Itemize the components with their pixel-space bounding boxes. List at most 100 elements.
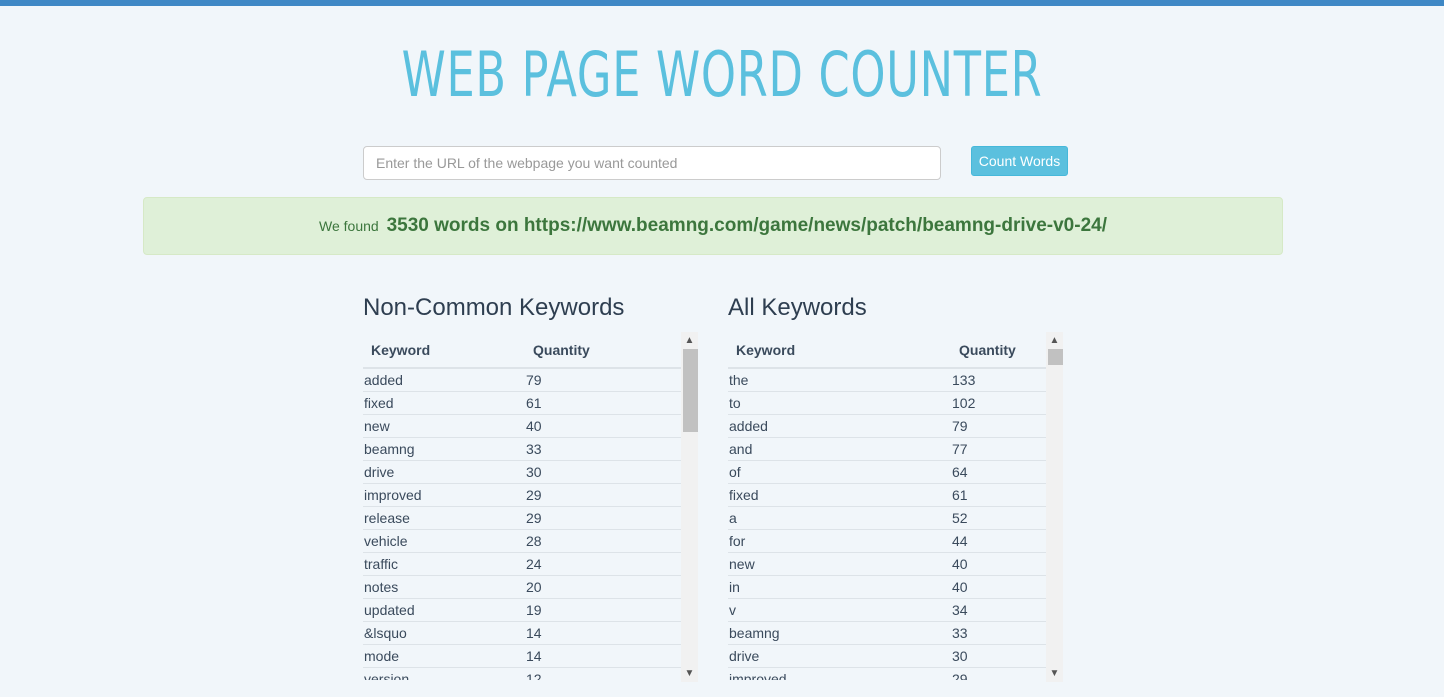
quantity-cell: 24 [525, 551, 681, 575]
table-row: v 34 [728, 597, 1046, 621]
table-row: mode 14 [363, 643, 681, 667]
quantity-cell: 33 [951, 620, 1046, 644]
page-title: WEB PAGE WORD COUNTER [401, 38, 1043, 111]
keyword-cell: a [728, 505, 951, 529]
column-header-quantity: Quantity [525, 332, 681, 369]
keyword-cell: version [363, 666, 525, 680]
quantity-cell: 133 [951, 367, 1046, 391]
table-row: fixed 61 [728, 482, 1046, 506]
all-keywords-title: All Keywords [728, 294, 867, 321]
keyword-cell: beamng [728, 620, 951, 644]
table-row: added 79 [728, 413, 1046, 437]
quantity-cell: 29 [951, 666, 1046, 680]
column-header-quantity: Quantity [951, 332, 1046, 369]
quantity-cell: 77 [951, 436, 1046, 460]
keyword-cell: beamng [363, 436, 525, 460]
keyword-cell: the [728, 367, 951, 391]
url-input[interactable] [363, 146, 941, 180]
quantity-cell: 30 [951, 643, 1046, 667]
quantity-cell: 29 [525, 505, 681, 529]
keyword-cell: drive [728, 643, 951, 667]
scroll-thumb[interactable] [1048, 349, 1063, 365]
column-header-keyword: Keyword [728, 332, 951, 369]
column-header-keyword: Keyword [363, 332, 525, 369]
quantity-cell: 61 [951, 482, 1046, 506]
table-header-row: Keyword Quantity [728, 332, 1046, 369]
quantity-cell: 34 [951, 597, 1046, 621]
keyword-cell: v [728, 597, 951, 621]
keyword-cell: added [728, 413, 951, 437]
quantity-cell: 52 [951, 505, 1046, 529]
table-row: beamng 33 [363, 436, 681, 460]
table-row: vehicle 28 [363, 528, 681, 552]
all-keywords-table: Keyword Quantity the 133 to 102 added 79 and 77… [728, 332, 1046, 680]
keyword-cell: &lsquo [363, 620, 525, 644]
chevron-up-icon[interactable]: ▲ [681, 332, 698, 349]
keyword-cell: fixed [363, 390, 525, 414]
table-row: traffic 24 [363, 551, 681, 575]
table-row: added 79 [363, 367, 681, 391]
table-row: improved 29 [363, 482, 681, 506]
keyword-cell: for [728, 528, 951, 552]
table-row: drive 30 [363, 459, 681, 483]
non-common-table-container[interactable]: Keyword Quantity added 79 fixed 61 new 40 beam… [363, 332, 681, 680]
keyword-cell: updated [363, 597, 525, 621]
table-header-row: Keyword Quantity [363, 332, 681, 369]
table-row: &lsquo 14 [363, 620, 681, 644]
quantity-cell: 14 [525, 643, 681, 667]
quantity-cell: 19 [525, 597, 681, 621]
quantity-cell: 102 [951, 390, 1046, 414]
table-row: fixed 61 [363, 390, 681, 414]
chevron-down-icon[interactable]: ▼ [1046, 665, 1063, 682]
non-common-scrollbar[interactable]: ▲ ▼ [681, 332, 698, 682]
quantity-cell: 64 [951, 459, 1046, 483]
table-row: new 40 [363, 413, 681, 437]
keyword-cell: traffic [363, 551, 525, 575]
quantity-cell: 40 [951, 551, 1046, 575]
table-row: the 133 [728, 367, 1046, 391]
keyword-cell: to [728, 390, 951, 414]
keyword-cell: and [728, 436, 951, 460]
table-row: updated 19 [363, 597, 681, 621]
quantity-cell: 29 [525, 482, 681, 506]
quantity-cell: 40 [525, 413, 681, 437]
keyword-cell: fixed [728, 482, 951, 506]
table-row: to 102 [728, 390, 1046, 414]
all-keywords-table-container[interactable]: Keyword Quantity the 133 to 102 added 79 and 77… [728, 332, 1046, 680]
keyword-cell: of [728, 459, 951, 483]
table-row: a 52 [728, 505, 1046, 529]
keyword-cell: improved [363, 482, 525, 506]
count-words-button[interactable]: Count Words [971, 146, 1068, 176]
quantity-cell: 12 [525, 666, 681, 680]
quantity-cell: 79 [951, 413, 1046, 437]
keyword-cell: new [728, 551, 951, 575]
quantity-cell: 40 [951, 574, 1046, 598]
scroll-thumb[interactable] [683, 349, 698, 432]
non-common-title: Non-Common Keywords [363, 294, 625, 321]
result-alert: We found 3530 words on https://www.beamn… [143, 197, 1283, 255]
keyword-cell: mode [363, 643, 525, 667]
chevron-down-icon[interactable]: ▼ [681, 665, 698, 682]
quantity-cell: 14 [525, 620, 681, 644]
result-prefix: We found [319, 218, 379, 234]
table-row: improved 29 [728, 666, 1046, 680]
keyword-cell: drive [363, 459, 525, 483]
keyword-cell: in [728, 574, 951, 598]
chevron-up-icon[interactable]: ▲ [1046, 332, 1063, 349]
table-row: beamng 33 [728, 620, 1046, 644]
table-row: release 29 [363, 505, 681, 529]
top-bar [0, 0, 1444, 6]
table-row: version 12 [363, 666, 681, 680]
all-keywords-scrollbar[interactable]: ▲ ▼ [1046, 332, 1063, 682]
keyword-cell: vehicle [363, 528, 525, 552]
quantity-cell: 20 [525, 574, 681, 598]
table-row: notes 20 [363, 574, 681, 598]
quantity-cell: 30 [525, 459, 681, 483]
quantity-cell: 44 [951, 528, 1046, 552]
keyword-cell: new [363, 413, 525, 437]
keyword-cell: release [363, 505, 525, 529]
table-row: and 77 [728, 436, 1046, 460]
result-summary: 3530 words on https://www.beamng.com/gam… [386, 215, 1107, 236]
quantity-cell: 79 [525, 367, 681, 391]
table-row: new 40 [728, 551, 1046, 575]
